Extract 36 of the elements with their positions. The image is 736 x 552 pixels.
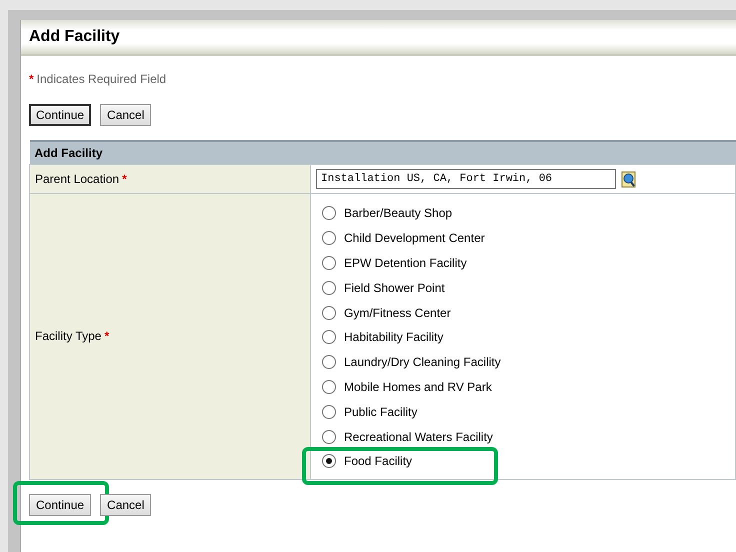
option-label[interactable]: EPW Detention Facility	[344, 256, 467, 270]
cancel-button[interactable]: Cancel	[100, 104, 152, 126]
option-label[interactable]: Child Development Center	[344, 231, 485, 246]
form-header: Add Facility	[30, 141, 736, 164]
search-icon[interactable]	[621, 170, 637, 188]
radio-button[interactable]	[322, 330, 336, 344]
required-mark: *	[104, 329, 110, 344]
radio-button[interactable]	[322, 256, 336, 270]
radio-button[interactable]	[322, 306, 336, 320]
radio-button[interactable]	[322, 280, 336, 295]
option-label[interactable]: Gym/Fitness Center	[344, 306, 451, 320]
option-label[interactable]: Habitability Facility	[344, 330, 444, 344]
required-mark: *	[29, 72, 34, 86]
option-label[interactable]: Field Shower Point	[344, 280, 445, 295]
option-label[interactable]: Barber/Beauty Shop	[344, 206, 452, 220]
field-label: Parent Location	[35, 172, 120, 186]
radio-button[interactable]	[322, 404, 336, 419]
parent-location-field[interactable]: Installation US, CA, Fort Irwin, 06	[316, 169, 616, 189]
radio-button[interactable]	[322, 454, 336, 468]
field-label: Facility Type	[35, 329, 102, 344]
cancel-button[interactable]: Cancel	[100, 494, 152, 516]
continue-button[interactable]: Continue	[29, 104, 92, 126]
option-label[interactable]: Mobile Homes and RV Park	[344, 380, 492, 394]
option-label[interactable]: Food Facility	[344, 454, 412, 468]
option-label[interactable]: Laundry/Dry Cleaning Facility	[344, 355, 501, 370]
option-label[interactable]: Recreational Waters Facility	[344, 430, 493, 444]
continue-button[interactable]: Continue	[29, 494, 92, 516]
radio-button[interactable]	[322, 231, 336, 246]
radio-button[interactable]	[322, 380, 336, 394]
radio-button[interactable]	[322, 206, 336, 220]
required-mark: *	[122, 172, 127, 186]
radio-button[interactable]	[322, 430, 336, 444]
required-note: Indicates Required Field	[36, 72, 166, 86]
radio-button[interactable]	[322, 355, 336, 370]
page-title: Add Facility	[21, 20, 736, 56]
option-label[interactable]: Public Facility	[344, 404, 418, 419]
